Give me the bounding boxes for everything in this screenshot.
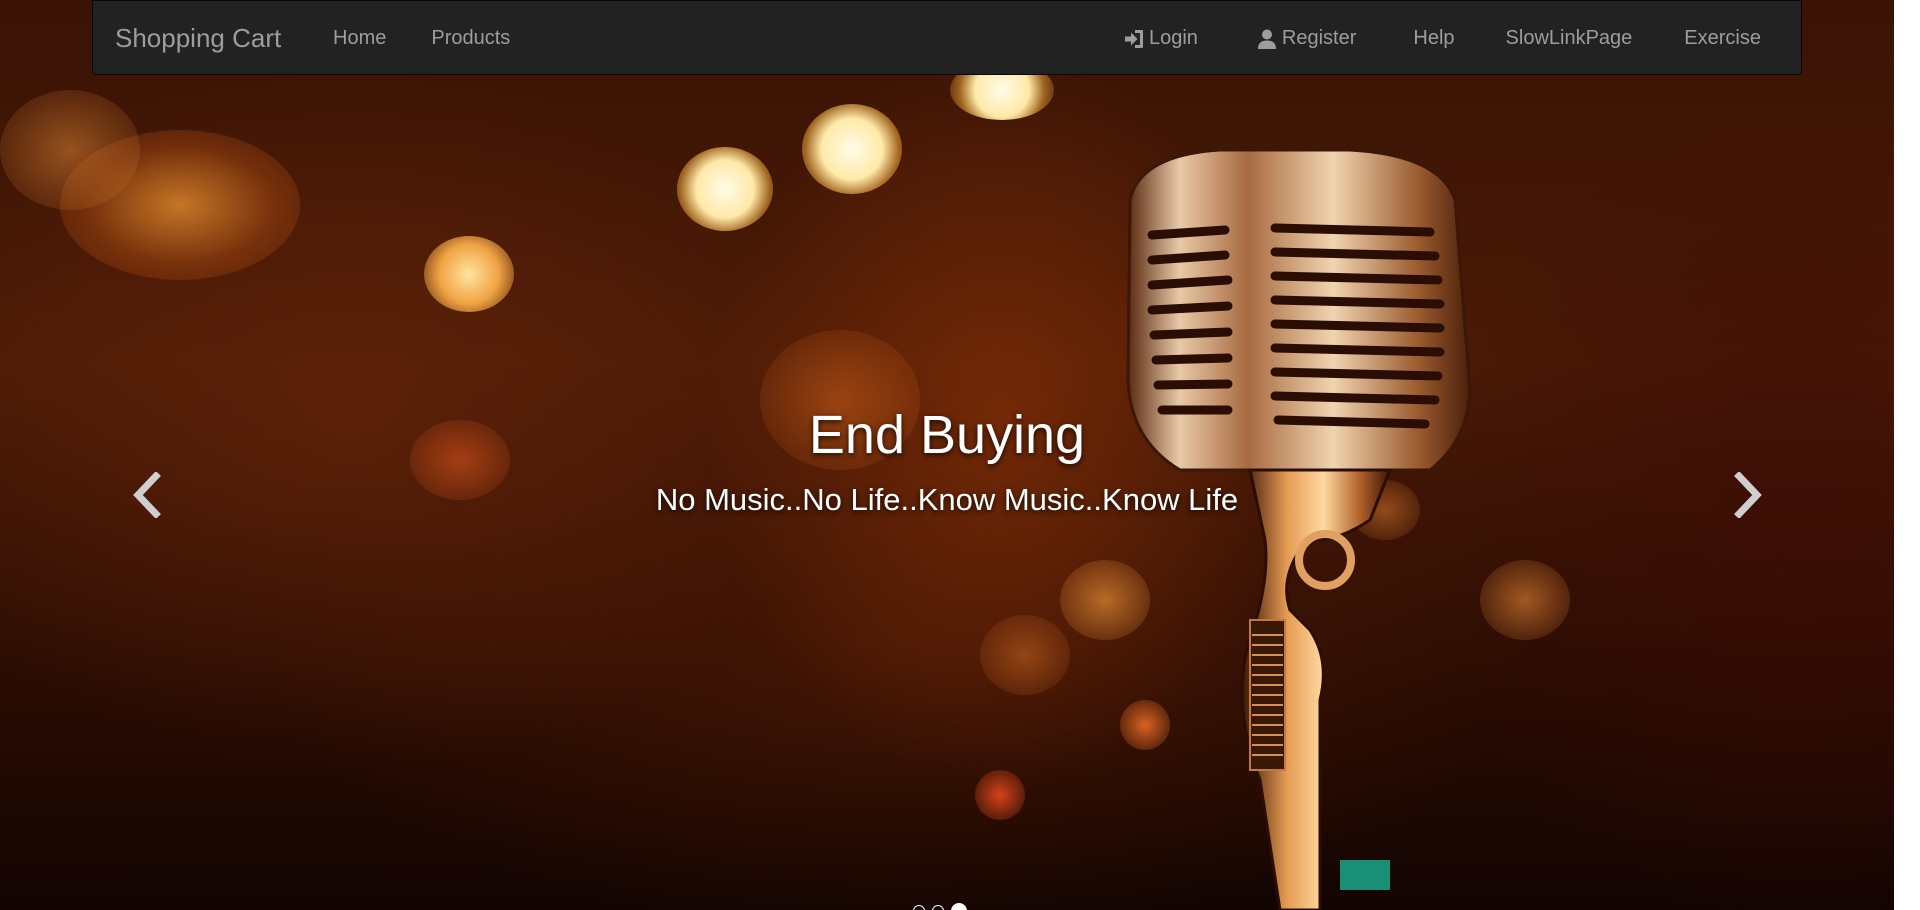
page: End Buying No Music..No Life..Know Music… — [0, 0, 1920, 910]
navbar-brand[interactable]: Shopping Cart — [115, 1, 281, 76]
nav-item-products[interactable]: Products — [431, 1, 510, 76]
carousel-indicator-1[interactable] — [913, 905, 925, 910]
bokeh-light — [424, 236, 514, 312]
bokeh-light — [60, 130, 300, 280]
carousel-indicators — [913, 903, 967, 910]
top-navbar: Shopping Cart Home Products Login Regist… — [92, 0, 1802, 75]
microphone-image — [1126, 148, 1472, 910]
hero-carousel: End Buying No Music..No Life..Know Music… — [0, 0, 1894, 910]
carousel-caption-subtitle: No Music..No Life..Know Music..Know Life — [655, 482, 1239, 517]
carousel-next-button[interactable] — [1718, 465, 1778, 525]
carousel-indicator-2[interactable] — [932, 905, 944, 910]
nav-item-register[interactable]: Register — [1255, 1, 1356, 76]
carousel-prev-button[interactable] — [117, 465, 177, 525]
nav-item-help[interactable]: Help — [1413, 1, 1454, 76]
user-icon — [1255, 27, 1279, 51]
nav-item-exercise[interactable]: Exercise — [1684, 1, 1761, 76]
nav-item-register-label: Register — [1281, 27, 1357, 49]
nav-item-login[interactable]: Login — [1122, 1, 1198, 76]
chevron-left-icon — [133, 472, 161, 518]
bokeh-light — [677, 147, 773, 231]
bokeh-light — [980, 615, 1070, 695]
bokeh-light — [802, 104, 902, 194]
carousel-indicator-3[interactable] — [951, 903, 967, 910]
log-in-icon — [1122, 27, 1146, 51]
nav-item-login-label: Login — [1148, 27, 1198, 49]
bokeh-light — [975, 770, 1025, 820]
chevron-right-icon — [1734, 472, 1762, 518]
bokeh-light — [0, 90, 140, 210]
nav-left-menu: Home Products — [333, 1, 510, 76]
carousel-caption-title: End Buying — [808, 405, 1086, 465]
page-scrollbar-gutter — [1894, 0, 1920, 910]
nav-right-menu: Login Register Help SlowLinkPage Exercis… — [1122, 1, 1761, 76]
nav-item-slowlinkpage[interactable]: SlowLinkPage — [1506, 1, 1633, 76]
nav-item-home[interactable]: Home — [333, 1, 386, 76]
